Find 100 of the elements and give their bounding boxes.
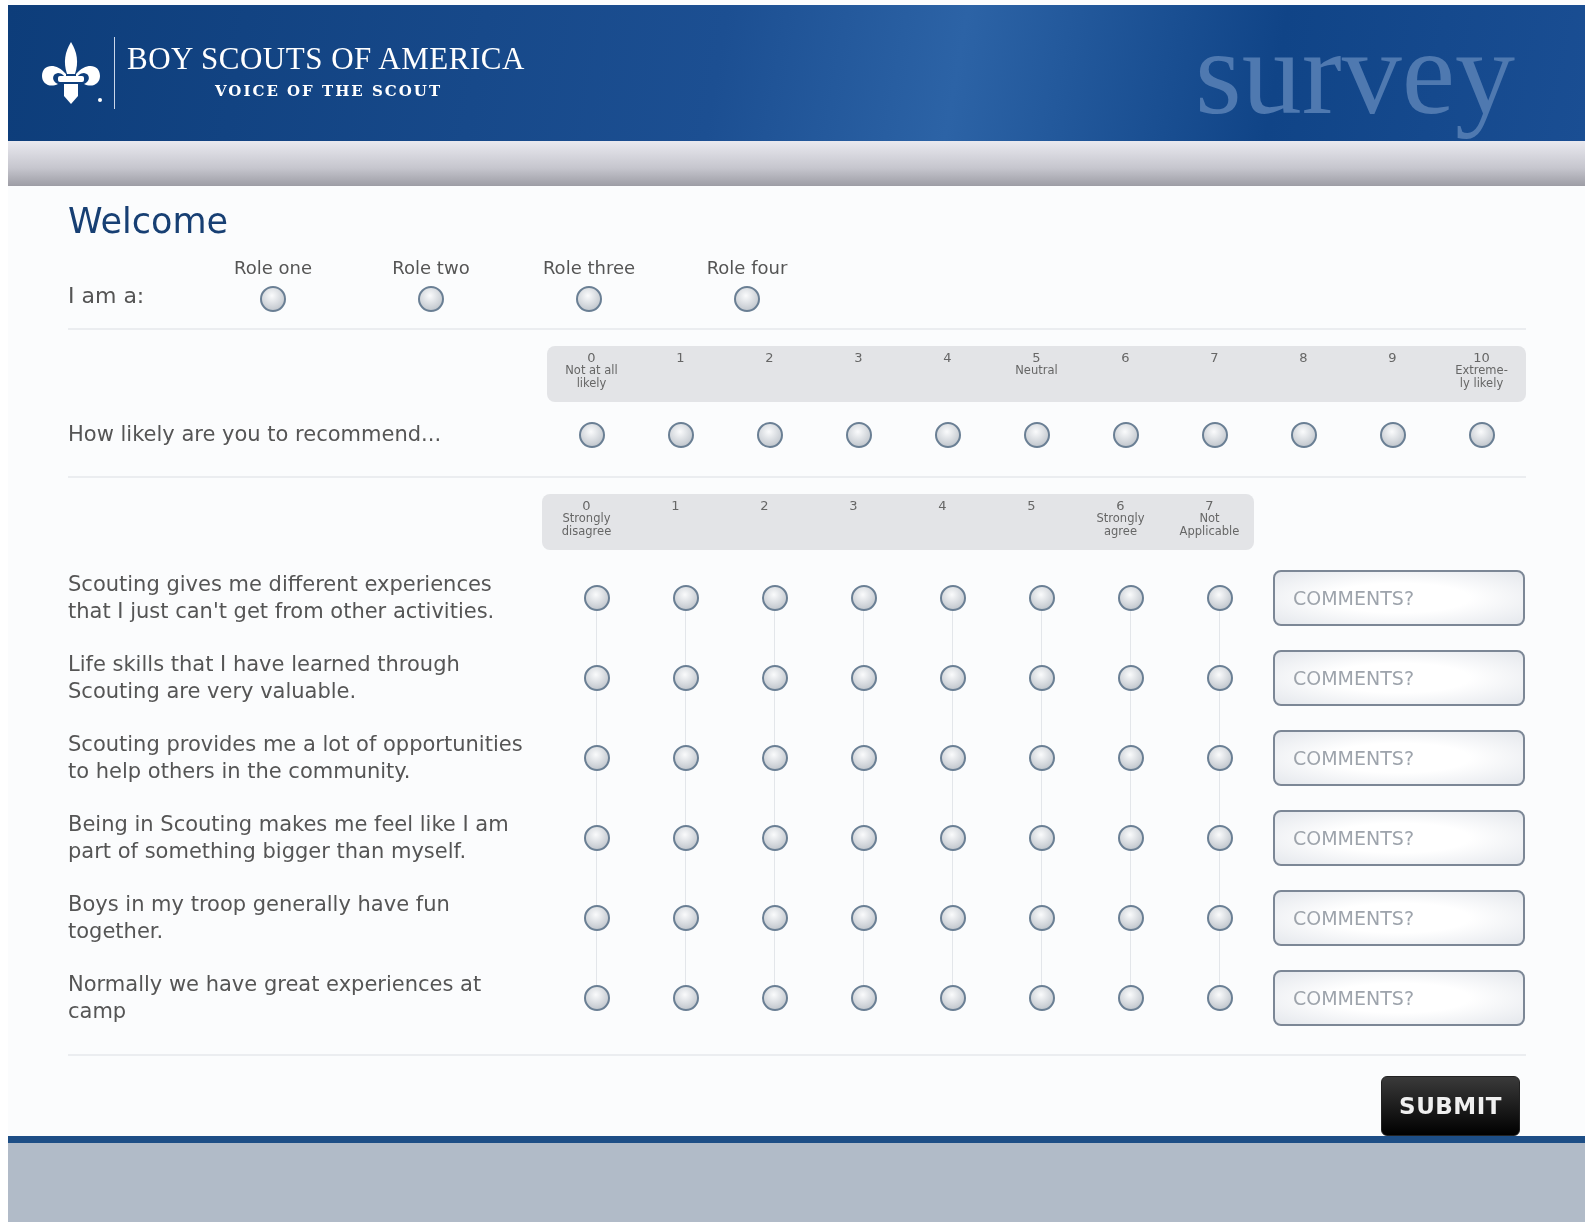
scale-number: 3 [854, 350, 863, 365]
submit-button[interactable]: SUBMIT [1381, 1075, 1520, 1137]
question-text: Normally we have great experiences at camp [68, 970, 483, 1025]
scale-number: 6 [1121, 350, 1130, 365]
radio-button[interactable] [418, 285, 444, 312]
radio-button[interactable] [939, 584, 966, 611]
radio-button[interactable] [1028, 824, 1055, 851]
radio-button[interactable] [667, 421, 694, 448]
radio-button[interactable] [1206, 824, 1233, 851]
radio-button[interactable] [734, 285, 760, 312]
radio-button[interactable] [1206, 744, 1233, 771]
radio-button[interactable] [672, 984, 699, 1011]
watermark-title: survey [1195, 10, 1515, 137]
comments-field[interactable]: COMMENTS? [1273, 649, 1525, 706]
org-subtitle: VOICE OF THE SCOUT [215, 81, 444, 103]
radio-button[interactable] [939, 664, 966, 691]
radio-button[interactable] [850, 824, 877, 851]
scale-number: 7 [1210, 350, 1219, 365]
radio-button[interactable] [761, 584, 788, 611]
org-name: BOY SCOUTS OF AMERICA [127, 43, 525, 75]
comments-field[interactable]: COMMENTS? [1273, 729, 1525, 786]
role-prompt: I am a: [68, 281, 146, 310]
radio-button[interactable] [583, 984, 610, 1011]
radio-button[interactable] [1117, 744, 1144, 771]
scale-number: 9 [1388, 350, 1397, 365]
radio-button[interactable] [761, 984, 788, 1011]
radio-button[interactable] [1201, 421, 1228, 448]
comments-field[interactable]: COMMENTS? [1273, 809, 1525, 866]
question-text: How likely are you to recommend... [68, 421, 443, 449]
scale-number: 5 [1027, 498, 1036, 513]
scale-caption: Not Applicable [1179, 512, 1240, 538]
radio-button[interactable] [1206, 664, 1233, 691]
radio-button[interactable] [1117, 664, 1144, 691]
scale-number: 10 [1473, 350, 1490, 365]
role-label: Role two [392, 255, 470, 280]
radio-button[interactable] [1206, 584, 1233, 611]
scale-number: 7 [1205, 498, 1214, 513]
scale-number: 2 [765, 350, 774, 365]
radio-button[interactable] [850, 664, 877, 691]
radio-button[interactable] [672, 664, 699, 691]
radio-button[interactable] [939, 744, 966, 771]
radio-button[interactable] [583, 584, 610, 611]
radio-button[interactable] [583, 664, 610, 691]
radio-button[interactable] [672, 584, 699, 611]
radio-button[interactable] [583, 904, 610, 931]
radio-button[interactable] [850, 984, 877, 1011]
radio-button[interactable] [1117, 824, 1144, 851]
scale-number: 6 [1116, 498, 1125, 513]
radio-button[interactable] [583, 744, 610, 771]
radio-button[interactable] [939, 824, 966, 851]
scale-number: 4 [943, 350, 952, 365]
role-label: Role three [542, 255, 636, 280]
radio-button[interactable] [1117, 984, 1144, 1011]
scale-number: 4 [938, 498, 947, 513]
scale-number: 2 [760, 498, 769, 513]
comments-field[interactable]: COMMENTS? [1273, 889, 1525, 946]
radio-button[interactable] [845, 421, 872, 448]
scale-number: 5 [1032, 350, 1041, 365]
radio-button[interactable] [756, 421, 783, 448]
radio-button[interactable] [578, 421, 605, 448]
radio-button[interactable] [761, 904, 788, 931]
radio-button[interactable] [1117, 584, 1144, 611]
page-title: Welcome [68, 199, 230, 242]
radio-button[interactable] [934, 421, 961, 448]
radio-button[interactable] [1028, 984, 1055, 1011]
radio-button[interactable] [1028, 664, 1055, 691]
radio-button[interactable] [761, 824, 788, 851]
radio-button[interactable] [1206, 984, 1233, 1011]
radio-button[interactable] [1290, 421, 1317, 448]
radio-button[interactable] [576, 285, 602, 312]
radio-button[interactable] [1028, 904, 1055, 931]
radio-button[interactable] [1206, 904, 1233, 931]
radio-button[interactable] [761, 664, 788, 691]
radio-button[interactable] [672, 904, 699, 931]
radio-button[interactable] [1117, 904, 1144, 931]
scale-number: 1 [671, 498, 680, 513]
radio-button[interactable] [1028, 584, 1055, 611]
question-text: Scouting provides me a lot of opportunities to help others in the community. [68, 730, 524, 785]
scale-number: 8 [1299, 350, 1308, 365]
scale-number: 0 [582, 498, 591, 513]
radio-button[interactable] [1028, 744, 1055, 771]
radio-button[interactable] [939, 984, 966, 1011]
radio-button[interactable] [761, 744, 788, 771]
question-text: Boys in my troop generally have fun together. [68, 890, 451, 945]
radio-button[interactable] [1112, 421, 1139, 448]
radio-button[interactable] [583, 824, 610, 851]
radio-button[interactable] [1379, 421, 1406, 448]
radio-button[interactable] [1468, 421, 1495, 448]
radio-button[interactable] [850, 744, 877, 771]
radio-button[interactable] [939, 904, 966, 931]
radio-button[interactable] [672, 824, 699, 851]
radio-button[interactable] [850, 904, 877, 931]
radio-button[interactable] [260, 285, 286, 312]
radio-button[interactable] [850, 584, 877, 611]
scale-caption: Neutral [1015, 364, 1058, 377]
comments-field[interactable]: COMMENTS? [1273, 569, 1525, 626]
question-text: Being in Scouting makes me feel like I am part of something bigger than myself. [68, 810, 510, 865]
radio-button[interactable] [672, 744, 699, 771]
comments-field[interactable]: COMMENTS? [1273, 969, 1525, 1026]
radio-button[interactable] [1023, 421, 1050, 448]
